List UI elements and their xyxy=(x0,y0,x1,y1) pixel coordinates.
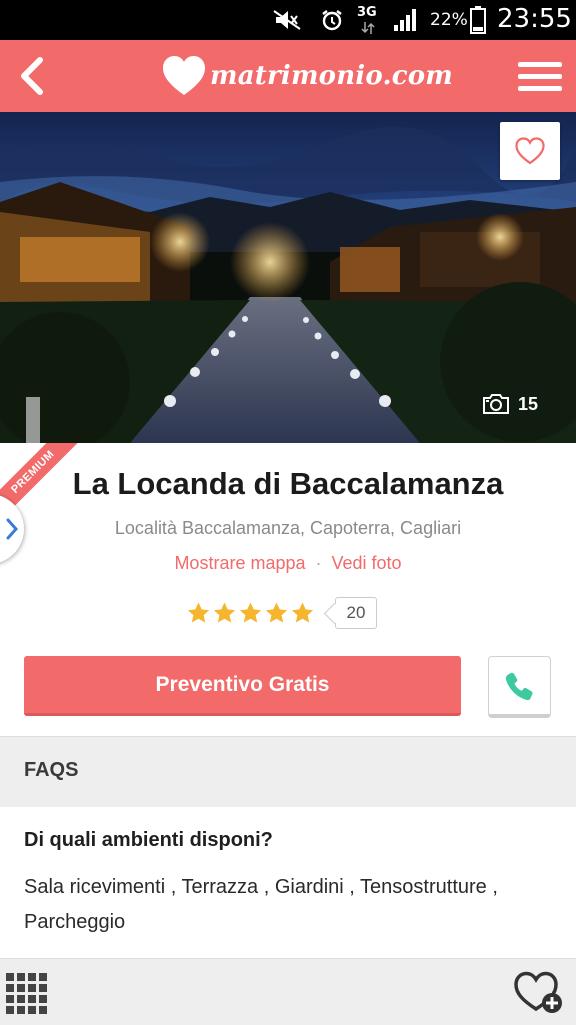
star-icon xyxy=(239,602,262,623)
faq-section: FAQS Di quali ambienti disponi? Sala ric… xyxy=(0,736,576,963)
mute-icon xyxy=(270,8,304,32)
chevron-left-icon xyxy=(21,57,43,95)
rating[interactable]: 20 xyxy=(186,594,377,632)
star-icon xyxy=(213,602,236,623)
photo-count: 15 xyxy=(517,393,538,414)
battery-percent: 22% xyxy=(430,10,468,30)
app-header: matrimonio.com xyxy=(0,40,576,112)
logo-text: matrimonio.com xyxy=(210,61,453,91)
heart-logo-icon xyxy=(163,56,205,95)
grid-menu-button[interactable] xyxy=(6,973,47,1014)
battery-icon xyxy=(469,6,487,34)
menu-button[interactable] xyxy=(518,54,562,98)
heart-plus-icon xyxy=(514,971,562,1013)
add-favorite-button[interactable] xyxy=(512,967,566,1017)
faq-item: Di quali ambienti disponi? Sala ricevime… xyxy=(0,807,576,963)
venue-address: Località Baccalamanza, Capoterra, Caglia… xyxy=(114,518,462,538)
faq-answer: Sala ricevimenti , Terrazza , Giardini ,… xyxy=(24,876,498,933)
network-type: 3G xyxy=(357,5,377,20)
grid-icon xyxy=(6,973,14,981)
call-button[interactable] xyxy=(488,656,551,718)
photo-count-button[interactable]: 15 xyxy=(482,393,538,415)
review-count-badge: 20 xyxy=(335,597,377,629)
review-count: 20 xyxy=(346,603,366,622)
phone-icon xyxy=(505,672,533,700)
bottom-bar xyxy=(0,958,576,1025)
alarm-icon xyxy=(318,8,346,32)
favorite-button[interactable] xyxy=(500,122,560,180)
see-photos-link[interactable]: Vedi foto xyxy=(332,553,402,573)
venue-links: Mostrare mappa · Vedi foto xyxy=(0,553,576,574)
status-bar: 3G 22% 23:55 xyxy=(0,0,576,40)
star-icon xyxy=(187,602,210,623)
star-icon xyxy=(291,602,314,623)
clock: 23:55 xyxy=(497,4,572,34)
link-separator: · xyxy=(315,553,322,573)
data-arrows-icon xyxy=(360,22,376,34)
venue-photo[interactable]: 15 xyxy=(0,112,576,443)
logo[interactable]: matrimonio.com xyxy=(162,48,453,104)
venue-name: La Locanda di Baccalamanza xyxy=(72,466,504,501)
show-map-link[interactable]: Mostrare mappa xyxy=(174,553,305,573)
camera-icon xyxy=(482,394,509,414)
heart-outline-icon xyxy=(515,137,545,165)
faq-question: Di quali ambienti disponi? xyxy=(24,829,273,851)
star-icon xyxy=(265,602,288,623)
signal-icon xyxy=(392,8,420,32)
free-quote-button[interactable]: Preventivo Gratis xyxy=(24,656,461,716)
rating-stars xyxy=(186,601,315,625)
hamburger-menu-icon xyxy=(518,61,562,67)
back-button[interactable] xyxy=(12,52,52,100)
faq-header: FAQS xyxy=(24,759,79,781)
